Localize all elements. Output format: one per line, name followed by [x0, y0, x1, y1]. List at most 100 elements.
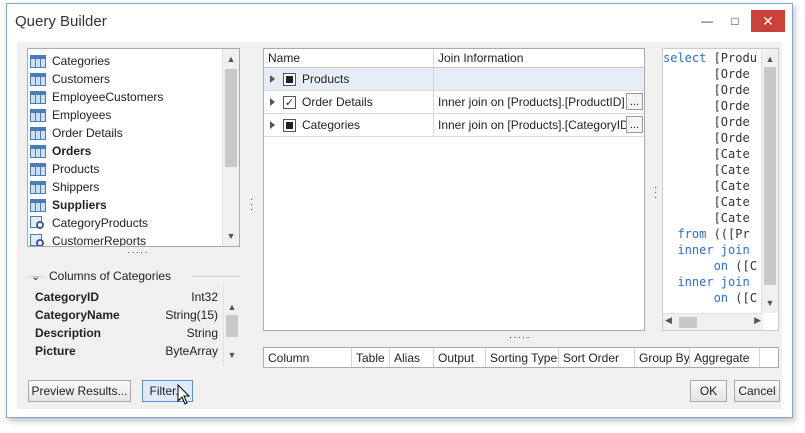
output-column-header[interactable]: Table	[352, 348, 390, 367]
table-icon	[30, 162, 46, 176]
table-icon	[30, 108, 46, 122]
tables-list[interactable]: Categories Customers EmployeeCustomers Empl…	[27, 48, 240, 247]
sql-line: [Cate	[663, 179, 750, 195]
close-button[interactable]: ✕	[751, 10, 785, 32]
columns-scrollbar[interactable]: ▲ ▼	[223, 285, 240, 366]
output-column-header[interactable]: Sort Order	[559, 348, 635, 367]
preview-results-button[interactable]: Preview Results...	[28, 380, 131, 402]
edit-join-button[interactable]: ...	[626, 116, 643, 133]
scroll-right-icon[interactable]: ▶	[754, 315, 761, 326]
sql-keyword: from	[663, 227, 707, 241]
output-column-header[interactable]: Column	[264, 348, 352, 367]
sql-line: on ([C	[663, 291, 757, 307]
join-table-name: Categories	[298, 114, 434, 136]
columns-properties-panel: CategoryID Int32 CategoryName String(15) Des…	[29, 285, 240, 366]
output-columns-grid[interactable]: Column Table Alias Output Sorting Type Sort O…	[263, 347, 779, 368]
scroll-thumb[interactable]	[679, 317, 697, 328]
horizontal-splitter[interactable]: ·····	[509, 332, 531, 343]
table-icon	[30, 54, 46, 68]
scroll-up-icon[interactable]: ▲	[762, 51, 778, 67]
column-name: Picture	[35, 344, 76, 358]
table-list-item-label: Shippers	[52, 180, 100, 194]
join-table-row[interactable]: Categories Inner join on [Products].[Cate…	[264, 114, 644, 137]
scroll-down-icon[interactable]: ▼	[223, 228, 239, 244]
scroll-down-icon[interactable]: ▼	[762, 295, 778, 311]
sql-line: [Orde	[663, 67, 750, 83]
vertical-splitter-right[interactable]: · · ·	[654, 183, 657, 203]
table-list-item[interactable]: Orders	[30, 142, 91, 160]
minimize-button[interactable]: —	[693, 10, 721, 32]
expand-arrow-icon[interactable]	[270, 121, 275, 129]
table-checkbox[interactable]	[283, 73, 296, 86]
scroll-down-icon[interactable]: ▼	[224, 347, 240, 363]
join-table-row[interactable]: ✓ Order Details Inner join on [Products].[…	[264, 91, 644, 114]
tables-scrollbar[interactable]: ▲ ▼	[222, 49, 239, 246]
sql-line: [Orde	[663, 131, 750, 147]
vertical-splitter-left[interactable]: · · ·	[250, 195, 253, 215]
table-list-item[interactable]: CustomerReports	[30, 232, 147, 247]
table-list-item[interactable]: Products	[30, 160, 99, 178]
table-list-item[interactable]: CategoryProducts	[30, 214, 148, 232]
dialog-client: Categories Customers EmployeeCustomers Empl…	[17, 42, 782, 409]
table-list-item[interactable]: Shippers	[30, 178, 99, 196]
sql-horizontal-scrollbar[interactable]: ◀ ▶	[663, 313, 763, 330]
column-property-row[interactable]: CategoryName String(15)	[35, 306, 218, 324]
scroll-up-icon[interactable]: ▲	[223, 51, 239, 67]
column-header-join[interactable]: Join Information	[434, 49, 644, 67]
table-checkbox[interactable]	[283, 119, 296, 132]
expand-arrow-icon[interactable]	[270, 98, 275, 106]
maximize-button[interactable]: □	[721, 10, 749, 32]
sql-line: [Orde	[663, 99, 750, 115]
output-column-header[interactable]: Sorting Type	[486, 348, 559, 367]
table-list-item[interactable]: Employees	[30, 106, 111, 124]
edit-join-button[interactable]: ...	[626, 93, 643, 110]
sql-preview-panel[interactable]: select [Produ [Orde [Orde [Orde [Orde [O…	[662, 48, 779, 331]
table-list-item[interactable]: Suppliers	[30, 196, 107, 214]
column-name: CategoryID	[35, 290, 100, 304]
scroll-up-icon[interactable]: ▲	[224, 299, 240, 315]
join-table-name: Order Details	[298, 91, 434, 113]
sql-line: [Cate	[663, 195, 750, 211]
output-column-header[interactable]: Group By	[635, 348, 690, 367]
sql-text-fragment: [Produ	[706, 51, 757, 65]
table-list-item-label: CustomerReports	[52, 234, 147, 247]
expand-arrow-icon[interactable]	[270, 75, 275, 83]
column-property-row[interactable]: CategoryID Int32	[35, 288, 218, 306]
table-icon	[30, 180, 46, 194]
output-column-header[interactable]: Output	[434, 348, 486, 367]
join-grid[interactable]: Name Join Information Products ✓ Order Det…	[263, 48, 645, 331]
scroll-thumb[interactable]	[225, 69, 237, 167]
sql-line: [Cate	[663, 147, 750, 163]
horizontal-splitter[interactable]: ·····	[127, 247, 149, 258]
table-list-item[interactable]: Customers	[30, 70, 110, 88]
output-column-header[interactable]: Alias	[390, 348, 434, 367]
table-list-item[interactable]: Order Details	[30, 124, 123, 142]
sql-keyword: on	[663, 259, 729, 273]
cancel-button[interactable]: Cancel	[734, 380, 780, 402]
ok-button[interactable]: OK	[690, 380, 727, 402]
scroll-thumb[interactable]	[226, 315, 238, 337]
sql-keyword: select	[663, 51, 707, 65]
sql-text-fragment: [Orde	[663, 131, 750, 145]
table-list-item[interactable]: EmployeeCustomers	[30, 88, 163, 106]
table-list-item[interactable]: Categories	[30, 52, 110, 70]
table-icon	[30, 72, 46, 86]
table-icon	[30, 126, 46, 140]
column-type: String(15)	[165, 308, 218, 322]
column-property-row[interactable]: Description String	[35, 324, 218, 342]
scroll-left-icon[interactable]: ◀	[665, 315, 672, 326]
column-header-name[interactable]: Name	[264, 49, 434, 67]
scroll-thumb[interactable]	[764, 67, 776, 285]
join-table-row[interactable]: Products	[264, 68, 644, 91]
sql-text-fragment: ([C	[728, 291, 757, 305]
columns-header-label: Columns of Categories	[49, 269, 172, 283]
sql-line: on ([C	[663, 259, 757, 275]
sql-vertical-scrollbar[interactable]: ▲ ▼	[761, 49, 778, 313]
sql-line: select [Produ	[663, 51, 757, 67]
table-checkbox[interactable]: ✓	[283, 96, 296, 109]
divider	[29, 276, 43, 277]
sql-keyword: inner join	[663, 243, 750, 257]
column-property-row[interactable]: Picture ByteArray	[35, 342, 218, 360]
title-bar[interactable]: Query Builder — □ ✕	[7, 4, 792, 38]
output-column-header[interactable]: Aggregate	[690, 348, 760, 367]
